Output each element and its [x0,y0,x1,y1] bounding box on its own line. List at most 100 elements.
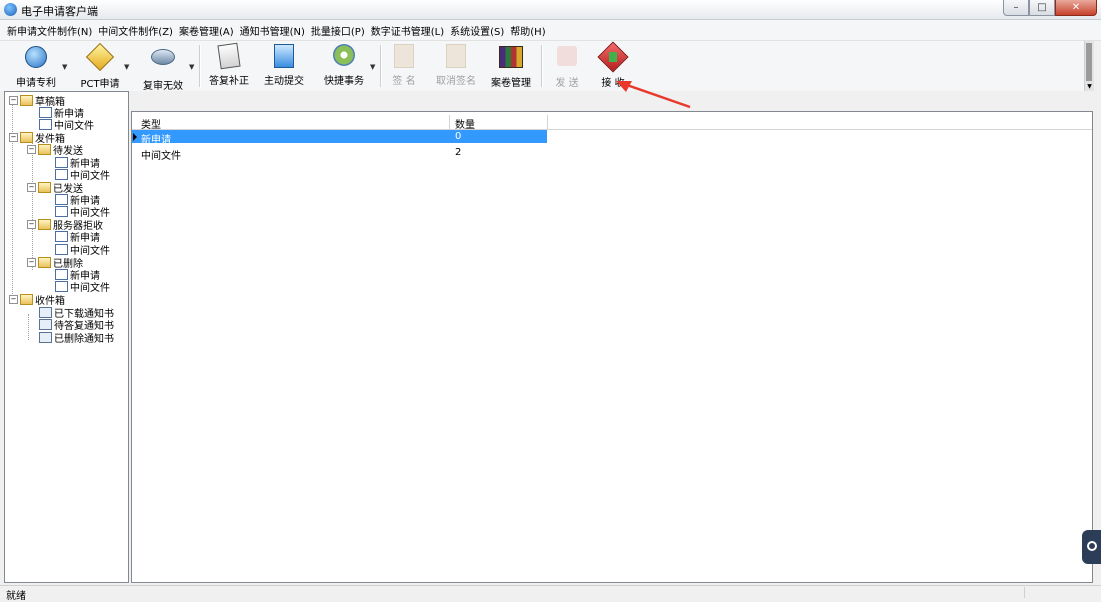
menu-bar: 新申请文件制作(N) 中间文件制作(Z) 案卷管理(A) 通知书管理(N) 批量… [0,20,1101,41]
toolbar-separator [541,45,543,87]
cancel-sign-button[interactable]: 取消签名 [433,44,479,88]
pct-icon [85,42,115,72]
maximize-button[interactable]: □ [1029,0,1055,16]
annotation-arrow [616,81,691,109]
sign-label: 签 名 [392,76,416,87]
reply-correct-button[interactable]: 答复补正 [206,42,252,88]
receive-icon [597,41,629,73]
pct-apply-button[interactable]: PCT申请 [78,42,122,90]
file-icon [55,230,68,242]
table-row[interactable]: 中间文件 2 [132,146,547,162]
window-title: 电子申请客户端 [21,5,98,18]
cell-count: 2 [455,147,462,158]
folder-icon [38,143,51,155]
maximize-icon: □ [1037,2,1047,13]
file-icon [55,280,68,292]
sign-button[interactable]: 签 名 [386,44,422,88]
quick-tasks-label: 快捷事务 [324,76,364,87]
active-submit-label: 主动提交 [264,76,304,87]
case-books-icon [499,46,523,68]
tree-node-drafts-mid[interactable]: 中间文件 [39,118,94,132]
tree-node-sent-mid[interactable]: 中间文件 [55,205,110,219]
review-icon [151,49,175,65]
pct-apply-dropdown-icon[interactable]: ▼ [124,63,129,71]
apply-patent-button[interactable]: 申请专利 [14,44,58,89]
menu-notice-management[interactable]: 通知书管理(N) [237,23,308,38]
close-button[interactable]: ✕ [1055,0,1097,16]
send-button[interactable]: 发 送 [549,44,585,89]
tree-node-deleted-notices[interactable]: 已删除通知书 [39,331,114,345]
menu-case-management[interactable]: 案卷管理(A) [176,23,237,38]
floating-side-widget[interactable] [1082,530,1101,564]
review-invalid-dropdown-icon[interactable]: ▼ [189,63,194,71]
folder-tree: − 草稿箱 新申请 中间文件 − 发件箱 − 待发送 新申请 中间文件 − 已发… [4,91,129,583]
collapse-icon[interactable]: − [9,95,18,105]
file-icon [55,268,68,280]
grid-header: 类型 数量 [132,115,1092,131]
folder-icon [38,181,51,193]
toolbar-scrollbar[interactable]: ▼ [1084,41,1094,91]
quick-tasks-dropdown-icon[interactable]: ▼ [370,63,375,71]
tree-node-to-reply-notices[interactable]: 待答复通知书 [39,318,114,332]
tree-node-rejected-new[interactable]: 新申请 [55,230,100,244]
file-icon [55,243,68,255]
menu-digital-certificate[interactable]: 数字证书管理(L) [368,23,447,38]
file-icon [55,193,68,205]
collapse-icon[interactable]: − [27,219,36,229]
collapse-icon[interactable]: − [27,182,36,192]
collapse-icon[interactable]: − [27,144,36,154]
menu-system-settings[interactable]: 系统设置(S) [447,23,507,38]
menu-intermediate-file[interactable]: 中间文件制作(Z) [95,23,176,38]
row-selector-icon [133,133,137,141]
file-icon [39,106,52,118]
cell-type: 新申请 [141,135,171,146]
reply-correct-label: 答复补正 [209,76,249,87]
notice-icon [39,306,52,318]
column-header-count[interactable]: 数量 [455,116,475,131]
folder-icon [38,218,51,230]
outbox-icon [20,131,33,143]
tree-node-inbox[interactable]: − 收件箱 [9,293,65,307]
file-icon [55,156,68,168]
folder-icon [20,94,33,106]
data-grid: 类型 数量 新申请 0 中间文件 2 [131,111,1093,583]
submit-document-icon [274,44,294,68]
tree-node-pending[interactable]: − 待发送 [27,143,83,157]
toolbar: 申请专利 ▼ PCT申请 ▼ 复审无效 ▼ 答复补正 主动提交 快捷事务 ▼ 签… [0,41,1084,92]
close-icon: ✕ [1071,2,1081,13]
collapse-icon[interactable]: − [9,294,18,304]
quick-tasks-button[interactable]: 快捷事务 [321,44,367,88]
menu-new-application[interactable]: 新申请文件制作(N) [0,23,95,38]
send-icon [557,46,577,66]
review-invalid-label: 复审无效 [143,81,183,92]
scrollbar-thumb[interactable] [1086,43,1092,81]
scroll-down-icon[interactable]: ▼ [1085,83,1094,90]
apply-patent-dropdown-icon[interactable]: ▼ [62,63,67,71]
notice-icon [39,331,52,343]
file-icon [39,118,52,130]
toolbar-separator [199,45,201,87]
case-manage-label: 案卷管理 [491,78,531,89]
tree-node-pending-mid[interactable]: 中间文件 [55,168,110,182]
title-bar: 电子申请客户端 – □ ✕ [0,0,1101,20]
cancel-sign-label: 取消签名 [436,76,476,87]
menu-batch-interface[interactable]: 批量接口(P) [308,23,368,38]
tree-node-rejected-mid[interactable]: 中间文件 [55,243,110,257]
pen-document-icon [217,42,241,70]
collapse-icon[interactable]: − [9,132,18,142]
review-invalid-button[interactable]: 复审无效 [141,44,185,92]
cell-count: 0 [455,131,462,142]
column-header-type[interactable]: 类型 [141,116,161,131]
app-icon [4,3,17,16]
minimize-icon: – [1013,2,1019,13]
active-submit-button[interactable]: 主动提交 [261,44,307,88]
file-icon [55,168,68,180]
minimize-button[interactable]: – [1003,0,1029,16]
case-manage-button[interactable]: 案卷管理 [488,44,534,89]
pct-apply-label: PCT申请 [80,79,120,90]
collapse-icon[interactable]: − [27,257,36,267]
notice-icon [39,318,52,330]
menu-help[interactable]: 帮助(H) [507,23,548,38]
tree-node-deleted-mid[interactable]: 中间文件 [55,280,110,294]
table-row[interactable]: 新申请 0 [132,130,547,146]
